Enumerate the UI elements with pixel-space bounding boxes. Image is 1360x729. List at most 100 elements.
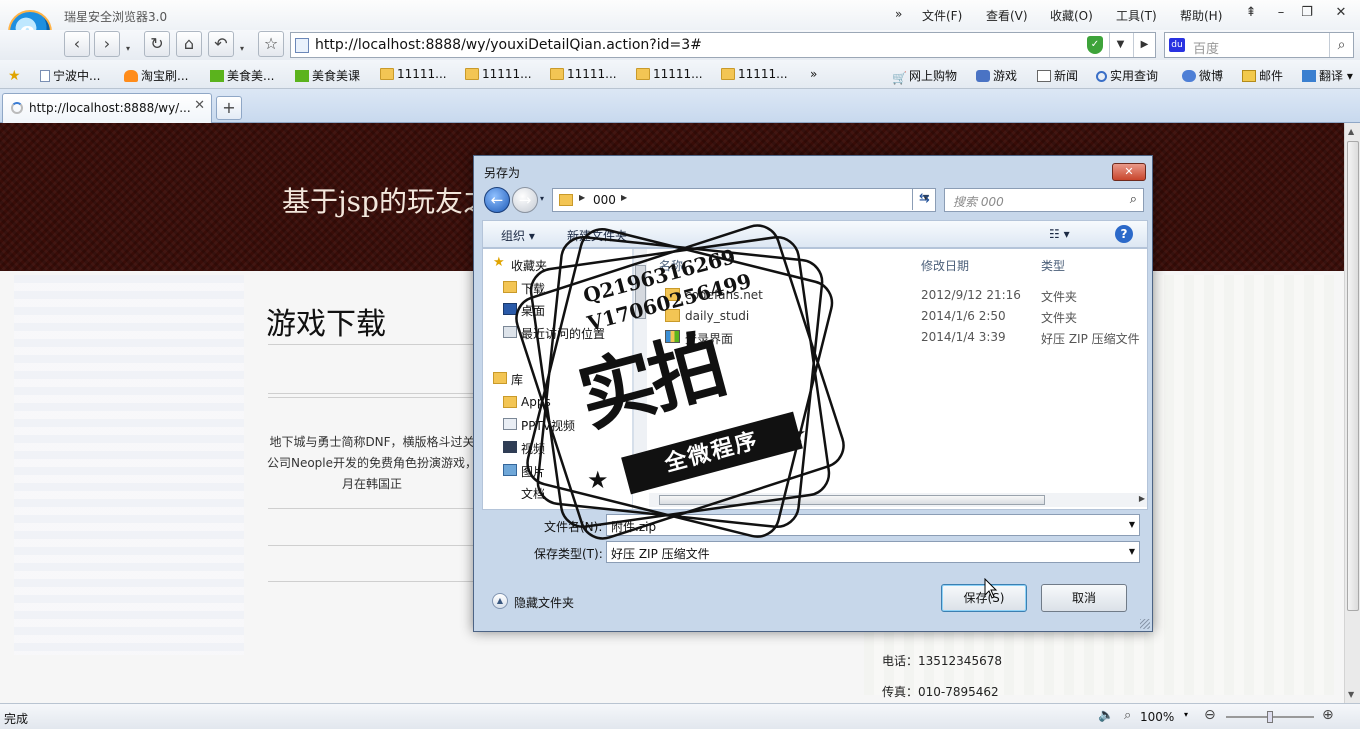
address-dropdown-icon[interactable]: ▼ <box>1109 33 1131 57</box>
search-placeholder[interactable]: 百度 <box>1193 38 1219 57</box>
dialog-forward-icon[interactable]: → <box>512 187 538 213</box>
nav-item-desktop[interactable]: 桌面 <box>503 302 545 319</box>
zoom-magnifier-icon[interactable]: ⌕ <box>1124 708 1131 723</box>
breadcrumb-arrow-icon[interactable]: ▶ <box>579 193 585 202</box>
zoom-level[interactable]: 100% <box>1140 710 1174 724</box>
home-icon[interactable]: ⌂ <box>176 31 202 57</box>
scroll-up-icon[interactable]: ▲ <box>1348 127 1354 136</box>
column-name[interactable]: 名称 <box>659 257 683 274</box>
back-icon[interactable]: ‹ <box>64 31 90 57</box>
dialog-back-icon[interactable]: ← <box>484 187 510 213</box>
undo-dropdown-icon[interactable]: ▾ <box>240 44 244 53</box>
refresh-icon[interactable]: ↻ <box>144 31 170 57</box>
favorite-star-icon[interactable]: ☆ <box>258 31 284 57</box>
minimize-icon[interactable]: – <box>1268 2 1294 24</box>
favorite-folder[interactable]: 11111... <box>636 67 703 81</box>
hscroll-thumb[interactable] <box>659 495 1045 505</box>
filename-value[interactable]: 附件.zip <box>611 518 656 535</box>
dialog-search-input[interactable]: 搜索 000 ⌕ <box>944 188 1144 212</box>
file-row[interactable]: daily_studi 2014/1/6 2:50 文件夹 <box>659 306 1145 327</box>
nav-item-pictures[interactable]: 图片 <box>503 463 545 480</box>
favorite-folder[interactable]: 11111... <box>465 67 532 81</box>
address-bar[interactable]: http://localhost:8888/wy/youxiDetailQian… <box>290 32 1156 58</box>
breadcrumb-folder[interactable]: 000 <box>593 193 616 207</box>
quick-link-translate[interactable]: 翻译 ▾ <box>1302 67 1353 84</box>
go-icon[interactable]: ▶ <box>1133 33 1155 57</box>
forward-icon[interactable]: › <box>94 31 120 57</box>
favorite-item[interactable]: 淘宝刷... <box>124 67 188 84</box>
close-window-icon[interactable]: ✕ <box>1328 2 1354 24</box>
hide-folders-toggle[interactable]: ▲ 隐藏文件夹 <box>492 593 574 611</box>
menu-file[interactable]: 文件(F) <box>922 7 962 24</box>
quick-link-mail[interactable]: 邮件 <box>1242 67 1283 84</box>
nav-pane-scrollbar[interactable] <box>633 249 647 481</box>
file-list-hscrollbar[interactable]: ▶ <box>649 493 1147 507</box>
dialog-breadcrumb[interactable]: ▶ 000 ▶ ▼ <box>552 188 936 212</box>
nav-item-videos[interactable]: 视频 <box>503 440 545 457</box>
favorite-item[interactable]: 宁波中... <box>40 67 100 84</box>
resize-grip-icon[interactable] <box>1140 619 1150 629</box>
menu-overflow-icon[interactable]: » <box>895 7 902 21</box>
history-dropdown-icon[interactable]: ▾ <box>126 44 130 53</box>
nav-item-pptv[interactable]: PPTV视频 <box>503 417 575 434</box>
favorite-folder[interactable]: 11111... <box>721 67 788 81</box>
restore-icon[interactable]: ❐ <box>1294 2 1320 24</box>
new-folder-button[interactable]: 新建文件夹 <box>567 227 627 244</box>
column-type[interactable]: 类型 <box>1041 257 1065 274</box>
favorite-folder[interactable]: 11111... <box>550 67 617 81</box>
nav-item-downloads[interactable]: 下载 <box>503 280 545 297</box>
column-date[interactable]: 修改日期 <box>921 257 969 274</box>
filetype-dropdown-icon[interactable]: ▼ <box>1129 547 1135 556</box>
nav-item-libraries[interactable]: 库 <box>493 371 523 388</box>
undo-close-icon[interactable]: ↶ <box>208 31 234 57</box>
search-icon[interactable]: ⌕ <box>1329 33 1353 57</box>
favorites-overflow-icon[interactable]: » <box>810 67 817 81</box>
nav-item-apps[interactable]: Apps <box>503 395 551 409</box>
favorite-item[interactable]: 美食美... <box>210 67 274 84</box>
filetype-value[interactable]: 好压 ZIP 压缩文件 <box>611 545 710 562</box>
file-row[interactable]: codefans.net 2012/9/12 21:16 文件夹 <box>659 285 1145 306</box>
menu-view[interactable]: 查看(V) <box>986 7 1028 24</box>
quick-link-news[interactable]: 新闻 <box>1037 67 1078 84</box>
nav-scroll-thumb[interactable] <box>635 265 646 319</box>
file-row[interactable]: 登录界面 2014/1/4 3:39 好压 ZIP 压缩文件 <box>659 327 1145 348</box>
tab-close-icon[interactable]: ✕ <box>194 98 205 113</box>
recent-locations-dropdown-icon[interactable]: ▾ <box>540 194 544 203</box>
scroll-right-icon[interactable]: ▶ <box>1139 494 1145 503</box>
dialog-close-button[interactable]: ✕ <box>1112 163 1146 181</box>
breadcrumb-arrow-icon[interactable]: ▶ <box>621 193 627 202</box>
filename-input[interactable]: 附件.zip ▼ <box>606 514 1140 536</box>
nav-item-documents[interactable]: 文档 <box>521 485 545 499</box>
quick-link-shopping[interactable]: 🛒 网上购物 <box>892 67 957 85</box>
security-shield-icon[interactable]: ✓ <box>1087 36 1103 54</box>
dialog-search-placeholder[interactable]: 搜索 000 <box>953 193 1004 210</box>
baidu-paw-icon[interactable]: du <box>1169 38 1185 52</box>
favorites-star-icon[interactable]: ★ <box>8 67 25 84</box>
zoom-out-icon[interactable]: ⊖ <box>1204 707 1216 723</box>
scroll-down-icon[interactable]: ▼ <box>1348 690 1354 699</box>
filetype-select[interactable]: 好压 ZIP 压缩文件 ▼ <box>606 541 1140 563</box>
quick-link-lookup[interactable]: 实用查询 <box>1096 67 1158 84</box>
menu-favorites[interactable]: 收藏(O) <box>1050 7 1093 24</box>
menu-tools[interactable]: 工具(T) <box>1116 7 1157 24</box>
filename-dropdown-icon[interactable]: ▼ <box>1129 520 1135 529</box>
new-tab-button[interactable]: + <box>216 96 242 120</box>
help-icon[interactable]: ? <box>1115 225 1133 243</box>
quick-link-weibo[interactable]: 微博 <box>1182 67 1223 84</box>
favorite-folder[interactable]: 11111... <box>380 67 447 81</box>
favorite-item[interactable]: 美食美课 <box>295 67 360 84</box>
nav-item-recent[interactable]: 最近访问的位置 <box>503 325 605 342</box>
nav-item-favorites[interactable]: ★ 收藏夹 <box>493 255 547 274</box>
page-scrollbar[interactable]: ▲ ▼ <box>1344 123 1360 703</box>
zoom-slider-knob[interactable] <box>1267 711 1273 723</box>
search-icon[interactable]: ⌕ <box>1130 192 1137 207</box>
quick-link-games[interactable]: 游戏 <box>976 67 1017 84</box>
menu-help[interactable]: 帮助(H) <box>1180 7 1222 24</box>
search-box[interactable]: du 百度 ⌕ <box>1164 32 1354 58</box>
scroll-thumb[interactable] <box>1347 141 1359 611</box>
tab-current[interactable]: http://localhost:8888/wy/... ✕ <box>2 93 212 123</box>
view-options-icon[interactable]: ☷ ▾ <box>1049 227 1070 241</box>
skin-icon[interactable]: ⇞ <box>1238 2 1264 24</box>
zoom-dropdown-icon[interactable]: ▾ <box>1184 710 1188 719</box>
sound-icon[interactable]: 🔈 <box>1098 708 1114 723</box>
